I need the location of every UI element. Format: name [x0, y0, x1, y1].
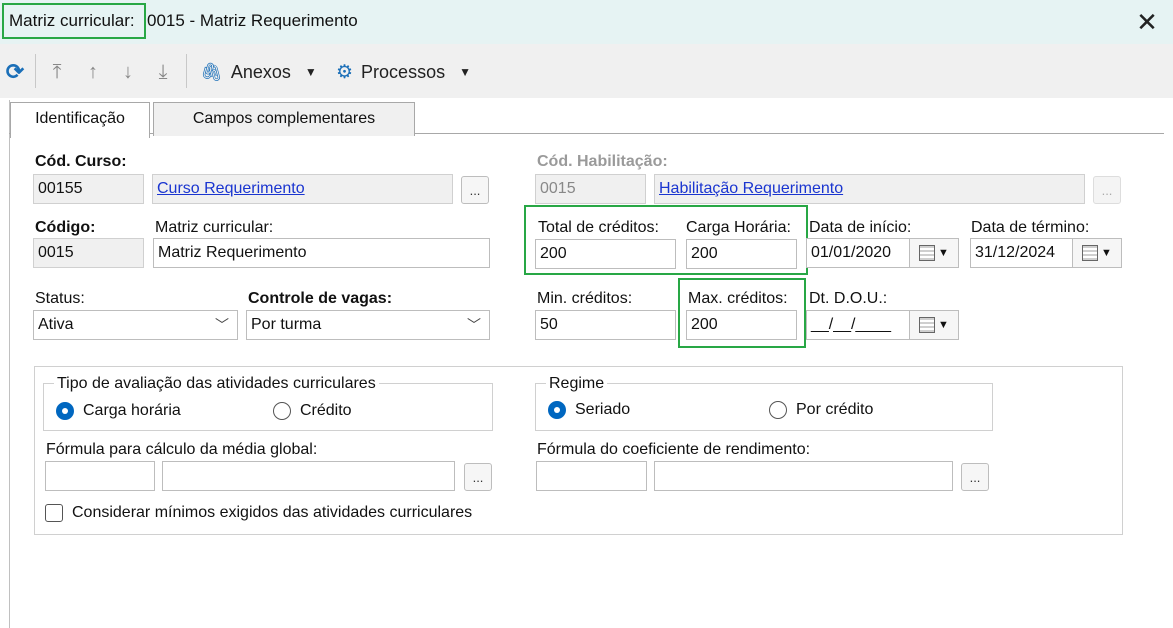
cod-curso-field[interactable]: 00155: [33, 174, 144, 204]
radio-credito-label: Crédito: [300, 402, 352, 419]
radio-selected-icon: [548, 401, 566, 419]
processos-dropdown-icon: ▼: [459, 65, 471, 79]
move-up-icon[interactable]: ↑: [80, 58, 106, 86]
radio-por-credito[interactable]: Por crédito: [769, 401, 873, 419]
total-creditos-field[interactable]: 200: [535, 239, 676, 269]
formula-coef-code-field[interactable]: [536, 461, 647, 491]
radio-carga-horaria[interactable]: Carga horária: [56, 402, 181, 420]
move-down-icon[interactable]: ↓: [115, 58, 141, 86]
carga-horaria-label: Carga Horária:: [686, 219, 791, 236]
checkbox-icon: [45, 504, 63, 522]
controle-vagas-value: Por turma: [251, 316, 322, 333]
data-inicio-field[interactable]: 01/01/2020: [806, 238, 909, 268]
regime-legend: Regime: [546, 375, 608, 393]
data-termino-label: Data de término:: [971, 219, 1090, 236]
data-termino-calendar-button[interactable]: ▼: [1072, 238, 1122, 268]
formula-media-label: Fórmula para cálculo da média global:: [46, 441, 318, 458]
radio-unselected-icon: [769, 401, 787, 419]
cod-curso-label: Cód. Curso:: [35, 153, 127, 170]
radio-seriado-label: Seriado: [575, 401, 631, 418]
curso-name-field: Curso Requerimento: [152, 174, 453, 204]
calendar-dropdown-icon: ▼: [938, 247, 949, 259]
matriz-field[interactable]: Matriz Requerimento: [153, 238, 490, 268]
formula-media-lookup-button[interactable]: ...: [464, 463, 492, 491]
formula-media-name-field[interactable]: [162, 461, 455, 491]
status-value: Ativa: [38, 316, 74, 333]
controle-vagas-select[interactable]: Por turma ﹀: [246, 310, 490, 340]
data-inicio-calendar-button[interactable]: ▼: [909, 238, 959, 268]
tipo-avaliacao-legend: Tipo de avaliação das atividades curricu…: [54, 375, 379, 393]
dt-dou-calendar-button[interactable]: ▼: [909, 310, 959, 340]
habilitacao-link[interactable]: Habilitação Requerimento: [659, 180, 843, 197]
window-title: 0015 - Matriz Requerimento: [147, 11, 358, 30]
calendar-icon: [919, 317, 936, 333]
tab-identificacao[interactable]: Identificação: [10, 102, 150, 138]
codigo-field[interactable]: 0015: [33, 238, 144, 268]
processos-button[interactable]: ⚙ Processos ▼: [336, 58, 471, 86]
controle-vagas-label: Controle de vagas:: [248, 290, 393, 307]
max-creditos-field[interactable]: 200: [686, 310, 797, 340]
radio-seriado[interactable]: Seriado: [548, 401, 630, 419]
formula-coef-lookup-button[interactable]: ...: [961, 463, 989, 491]
radio-selected-icon: [56, 402, 74, 420]
chevron-down-icon: ﹀: [467, 317, 481, 333]
gear-icon: ⚙: [336, 61, 354, 83]
anexos-label: Anexos: [230, 61, 291, 82]
move-first-icon[interactable]: ⤒: [44, 58, 70, 86]
habilitacao-name-field: Habilitação Requerimento: [654, 174, 1085, 204]
data-inicio-label: Data de início:: [809, 219, 912, 236]
carga-horaria-field[interactable]: 200: [686, 239, 797, 269]
radio-unselected-icon: [273, 402, 291, 420]
processos-label: Processos: [361, 61, 446, 82]
paperclip-icon: 🖇: [200, 61, 223, 82]
formula-coef-label: Fórmula do coeficiente de rendimento:: [537, 441, 811, 458]
calendar-dropdown-icon: ▼: [1101, 247, 1112, 259]
chevron-down-icon: ﹀: [215, 317, 229, 333]
radio-carga-horaria-label: Carga horária: [83, 402, 181, 419]
dt-dou-label: Dt. D.O.U.:: [809, 290, 888, 307]
move-last-icon[interactable]: ⤓: [150, 58, 176, 86]
calendar-dropdown-icon: ▼: [938, 319, 949, 331]
formula-coef-name-field[interactable]: [654, 461, 953, 491]
anexos-button[interactable]: 🖇 Anexos ▼: [200, 58, 317, 86]
calendar-icon: [919, 245, 936, 261]
curso-lookup-button[interactable]: ...: [461, 176, 489, 204]
codigo-label: Código:: [35, 219, 96, 236]
cod-habilitacao-field[interactable]: 0015: [535, 174, 646, 204]
matriz-label: Matriz curricular:: [155, 219, 274, 236]
considerar-minimos-checkbox[interactable]: Considerar mínimos exigidos das atividad…: [45, 504, 472, 522]
min-creditos-field[interactable]: 50: [535, 310, 676, 340]
status-label: Status:: [35, 290, 85, 307]
title-highlight-box: [2, 3, 146, 39]
close-button[interactable]: ✕: [1131, 6, 1163, 38]
habilitacao-lookup-button[interactable]: ...: [1093, 176, 1121, 204]
radio-credito[interactable]: Crédito: [273, 402, 352, 420]
max-creditos-label: Max. créditos:: [688, 290, 788, 307]
calendar-icon: [1082, 245, 1099, 261]
refresh-icon[interactable]: ⟳: [2, 58, 28, 86]
considerar-minimos-label: Considerar mínimos exigidos das atividad…: [72, 504, 473, 521]
tab-campos-complementares[interactable]: Campos complementares: [153, 102, 415, 136]
toolbar-separator: [35, 54, 36, 88]
cod-habilitacao-label: Cód. Habilitação:: [537, 153, 668, 170]
toolbar-separator: [186, 54, 187, 88]
curso-link[interactable]: Curso Requerimento: [157, 180, 305, 197]
formula-media-code-field[interactable]: [45, 461, 155, 491]
dt-dou-field[interactable]: __/__/____: [806, 310, 909, 340]
min-creditos-label: Min. créditos:: [537, 290, 633, 307]
data-termino-field[interactable]: 31/12/2024: [970, 238, 1072, 268]
status-select[interactable]: Ativa ﹀: [33, 310, 238, 340]
radio-por-credito-label: Por crédito: [796, 401, 874, 418]
anexos-dropdown-icon: ▼: [304, 65, 317, 79]
total-creditos-label: Total de créditos:: [538, 219, 659, 236]
